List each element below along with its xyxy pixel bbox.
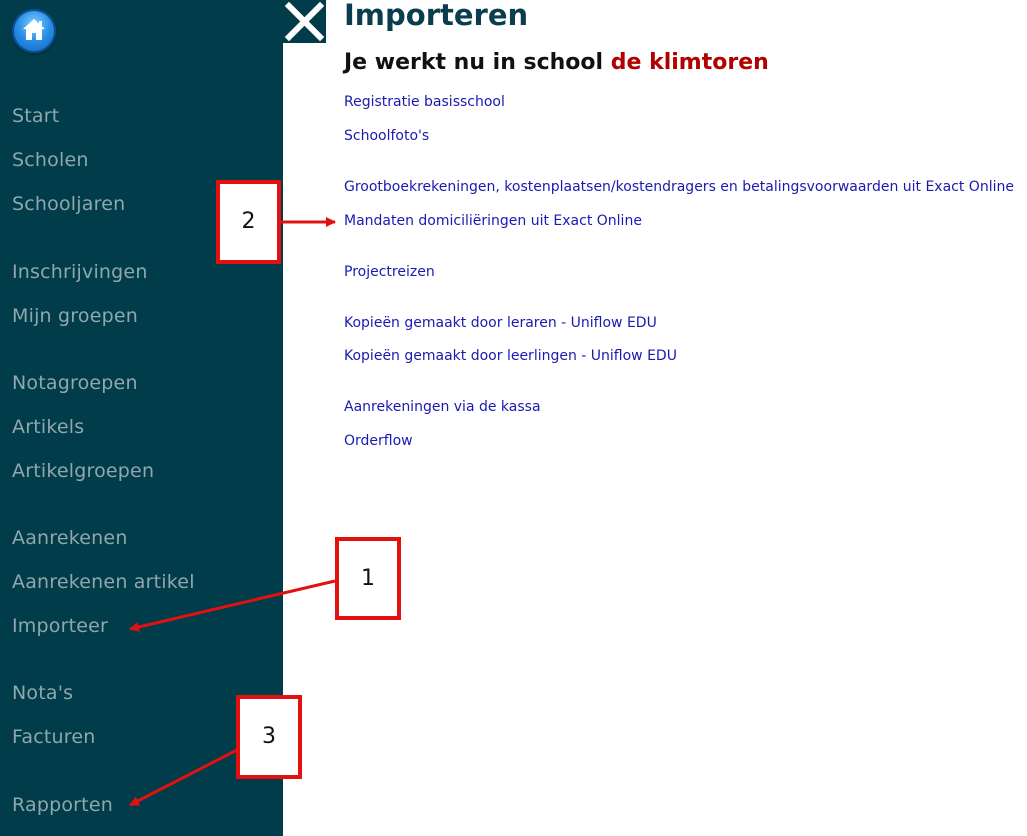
link-mandaten-domicilieringen-exact[interactable]: Mandaten domiciliëringen uit Exact Onlin… — [344, 213, 642, 229]
sidebar-item-importeer[interactable]: Importeer — [12, 615, 108, 637]
page-title: Importeren — [344, 0, 529, 32]
sidebar-item-start[interactable]: Start — [12, 105, 59, 127]
sidebar-item-aanrekenen-artikel[interactable]: Aanrekenen artikel — [12, 571, 195, 593]
sidebar-item-aanrekenen[interactable]: Aanrekenen — [12, 527, 128, 549]
sidebar-item-inschrijvingen[interactable]: Inschrijvingen — [12, 261, 148, 283]
link-grootboekrekeningen-exact[interactable]: Grootboekrekeningen, kostenplaatsen/kost… — [344, 179, 1014, 195]
sidebar-item-rapporten[interactable]: Rapporten — [12, 794, 113, 816]
link-aanrekeningen-kassa[interactable]: Aanrekeningen via de kassa — [344, 399, 541, 415]
callout-1: 1 — [335, 537, 401, 620]
sidebar-item-mijn-groepen[interactable]: Mijn groepen — [12, 305, 138, 327]
close-icon[interactable] — [283, 0, 326, 43]
sidebar-item-notagroepen[interactable]: Notagroepen — [12, 372, 138, 394]
sidebar-item-scholen[interactable]: Scholen — [12, 149, 89, 171]
callout-2: 2 — [216, 180, 281, 264]
link-registratie-basisschool[interactable]: Registratie basisschool — [344, 94, 505, 110]
school-context: Je werkt nu in school de klimtoren — [344, 50, 769, 75]
sidebar-item-artikels[interactable]: Artikels — [12, 416, 84, 438]
sidebar-item-artikelgroepen[interactable]: Artikelgroepen — [12, 460, 154, 482]
sidebar-item-notas[interactable]: Nota's — [12, 682, 73, 704]
link-schoolfotos[interactable]: Schoolfoto's — [344, 128, 429, 144]
home-icon[interactable] — [12, 9, 56, 53]
school-context-prefix: Je werkt nu in school — [344, 50, 604, 75]
close-glyph — [284, 1, 325, 42]
link-kopieen-leraren[interactable]: Kopieën gemaakt door leraren - Uniflow E… — [344, 315, 657, 331]
sidebar-item-schooljaren[interactable]: Schooljaren — [12, 193, 125, 215]
sidebar-item-facturen[interactable]: Facturen — [12, 726, 96, 748]
school-name: de klimtoren — [610, 50, 769, 75]
house-glyph — [23, 19, 45, 40]
link-orderflow[interactable]: Orderflow — [344, 433, 413, 449]
callout-3: 3 — [236, 695, 302, 779]
link-projectreizen[interactable]: Projectreizen — [344, 264, 435, 280]
link-kopieen-leerlingen[interactable]: Kopieën gemaakt door leerlingen - Uniflo… — [344, 348, 677, 364]
